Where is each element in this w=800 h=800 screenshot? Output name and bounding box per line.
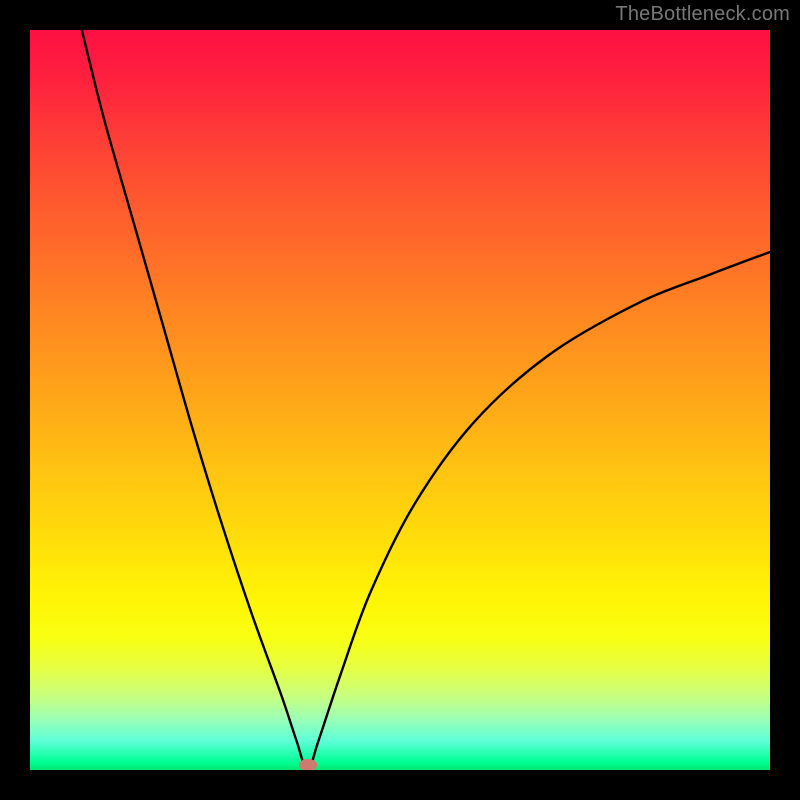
bottleneck-curve — [30, 30, 770, 770]
chart-frame: TheBottleneck.com — [0, 0, 800, 800]
curve-path — [82, 30, 770, 770]
plot-area — [30, 30, 770, 770]
optimum-marker — [299, 759, 317, 770]
watermark-text: TheBottleneck.com — [615, 3, 790, 26]
